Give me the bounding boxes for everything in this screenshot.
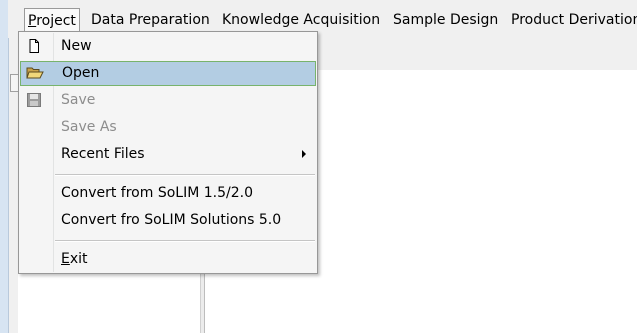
- menu-item-convert-solim-solutions[interactable]: Convert fro SoLIM Solutions 5.0: [20, 208, 316, 233]
- menu-sample-design[interactable]: Sample Design: [393, 8, 498, 32]
- menu-item-label: Save As: [61, 119, 117, 135]
- menu-separator: [55, 174, 315, 176]
- menu-knowledge-acquisition[interactable]: Knowledge Acquisition: [222, 8, 380, 32]
- submenu-arrow-icon: [302, 150, 306, 158]
- project-dropdown-menu: New Open Save Save As Recent Files Conve…: [18, 31, 318, 274]
- save-disk-icon: [26, 92, 42, 108]
- menu-item-label: Save: [61, 92, 96, 108]
- menu-item-open[interactable]: Open: [20, 61, 316, 86]
- menu-data-preparation[interactable]: Data Preparation: [91, 8, 210, 32]
- menu-item-recent-files[interactable]: Recent Files: [20, 142, 316, 167]
- menu-item-convert-solim-15[interactable]: Convert from SoLIM 1.5/2.0: [20, 181, 316, 206]
- menu-product-derivation[interactable]: Product Derivation: [511, 8, 637, 32]
- new-file-icon: [26, 38, 42, 54]
- menu-item-label: Exit: [61, 251, 88, 267]
- menu-separator: [55, 240, 315, 242]
- menu-project[interactable]: Project: [24, 8, 80, 32]
- menu-item-save-as[interactable]: Save As: [20, 115, 316, 140]
- panel-tab[interactable]: [10, 74, 18, 92]
- menu-item-label: New: [61, 38, 92, 54]
- menu-item-label: Recent Files: [61, 146, 145, 162]
- menu-item-exit[interactable]: Exit: [20, 247, 316, 272]
- menu-item-label: Open: [62, 65, 100, 81]
- menu-item-label: Convert fro SoLIM Solutions 5.0: [61, 212, 282, 228]
- menu-item-label: Convert from SoLIM 1.5/2.0: [61, 185, 253, 201]
- window-left-edge: [0, 0, 9, 333]
- menu-item-save[interactable]: Save: [20, 88, 316, 113]
- open-folder-icon: [26, 65, 44, 81]
- menu-item-new[interactable]: New: [20, 34, 316, 59]
